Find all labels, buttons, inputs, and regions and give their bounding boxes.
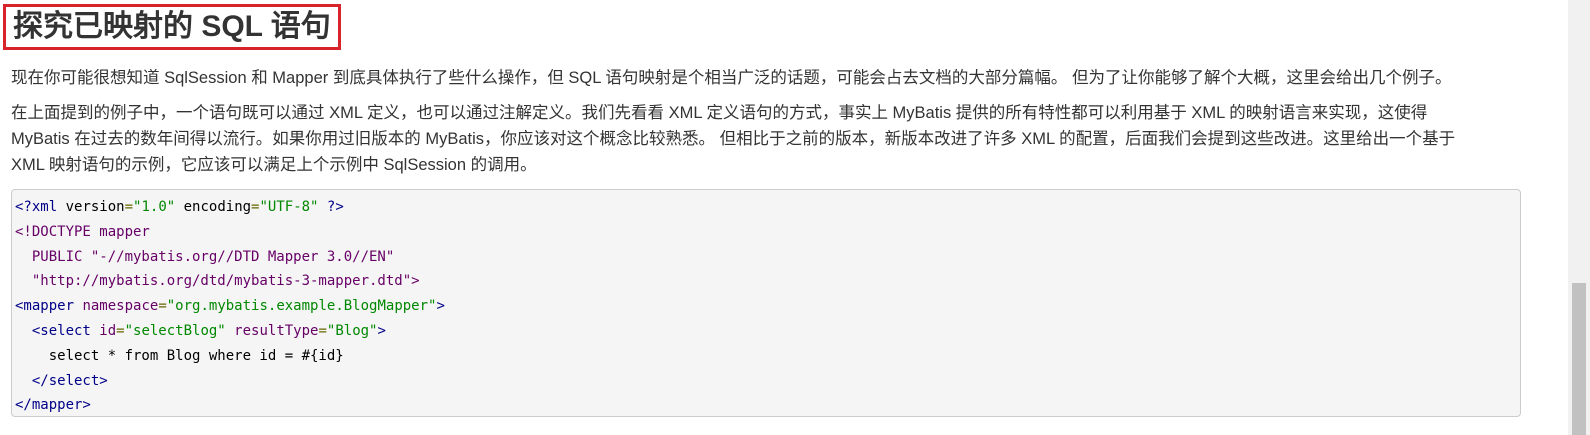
code-line: "http://mybatis.org/dtd/mybatis-3-mapper… [15, 273, 420, 290]
code-line: PUBLIC "-//mybatis.org//DTD Mapper 3.0//… [15, 248, 395, 265]
vertical-scrollbar[interactable] [1568, 0, 1590, 435]
code-line: </mapper> [15, 397, 91, 414]
code-line: <mapper namespace="org.mybatis.example.B… [15, 298, 445, 315]
code-line: <select id="selectBlog" resultType="Blog… [15, 322, 386, 339]
scrollbar-thumb[interactable] [1572, 283, 1586, 435]
code-line: </select> [15, 372, 108, 389]
paragraph-line: XML 映射语句的示例，它应该可以满足上个示例中 SqlSession 的调用。 [11, 156, 537, 174]
section-heading: 探究已映射的 SQL 语句 [13, 10, 331, 43]
heading-highlight-box: 探究已映射的 SQL 语句 [3, 4, 341, 50]
xml-explanation-paragraph: 在上面提到的例子中，一个语句既可以通过 XML 定义，也可以通过注解定义。我们先… [11, 100, 1541, 178]
code-line: <!DOCTYPE mapper [15, 223, 150, 240]
intro-paragraph: 现在你可能很想知道 SqlSession 和 Mapper 到底具体执行了些什么… [11, 69, 1452, 87]
paragraph-line: 在上面提到的例子中，一个语句既可以通过 XML 定义，也可以通过注解定义。我们先… [11, 104, 1428, 122]
paragraph-line: MyBatis 在过去的数年间得以流行。如果你用过旧版本的 MyBatis，你应… [11, 130, 1456, 148]
code-block: <?xml version="1.0" encoding="UTF-8" ?> … [11, 189, 1521, 417]
main-content: 探究已映射的 SQL 语句 现在你可能很想知道 SqlSession 和 Map… [0, 0, 1548, 435]
code-line: select * from Blog where id = #{id} [15, 347, 344, 364]
code-line: <?xml version="1.0" encoding="UTF-8" ?> [15, 199, 344, 215]
